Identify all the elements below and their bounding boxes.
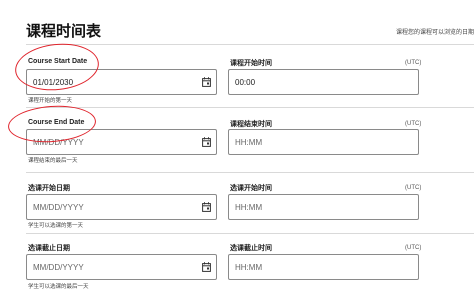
calendar-icon[interactable] <box>202 202 211 212</box>
enrollment-end-date-label: 选课截止日期 <box>28 245 70 252</box>
enrollment-end-date-help: 学生可以选课的最后一天 <box>28 284 89 290</box>
enrollment-start-time-placeholder: HH:MM <box>235 203 263 212</box>
course-end-date-input[interactable]: MM/DD/YYYY <box>26 129 217 155</box>
calendar-icon[interactable] <box>202 262 211 272</box>
course-start-time-value: 00:00 <box>235 78 256 87</box>
enrollment-start-time-input[interactable]: HH:MM <box>228 194 419 220</box>
course-end-time-placeholder: HH:MM <box>235 138 263 147</box>
course-end-time-label: 课程结束时间 <box>230 121 272 128</box>
course-start-date-label: Course Start Date <box>28 58 88 65</box>
page-description: 课程您的课程可以浏览的日期 <box>396 30 474 36</box>
title-divider <box>26 44 474 45</box>
enrollment-end-time-label: 选课截止时间 <box>230 245 272 252</box>
course-end-date-placeholder: MM/DD/YYYY <box>33 138 84 147</box>
enrollment-start-time-label: 选课开始时间 <box>230 185 272 192</box>
course-end-time-input[interactable]: HH:MM <box>228 129 419 155</box>
calendar-icon[interactable] <box>202 77 211 87</box>
enrollment-start-timezone: (UTC) <box>405 185 422 191</box>
enrollment-end-time-placeholder: HH:MM <box>235 263 263 272</box>
enrollment-start-date-placeholder: MM/DD/YYYY <box>33 203 84 212</box>
course-start-date-help: 课程开始的第一天 <box>28 98 73 104</box>
section-divider <box>26 172 474 173</box>
enrollment-start-date-label: 选课开始日期 <box>28 185 70 192</box>
enrollment-end-date-placeholder: MM/DD/YYYY <box>33 263 84 272</box>
enrollment-end-date-input[interactable]: MM/DD/YYYY <box>26 254 217 280</box>
calendar-icon[interactable] <box>202 137 211 147</box>
section-divider <box>26 233 474 234</box>
course-start-timezone: (UTC) <box>405 60 422 66</box>
course-start-date-value: 01/01/2030 <box>33 78 74 87</box>
course-start-time-label: 课程开始时间 <box>230 60 272 67</box>
page-title: 课程时间表 <box>26 23 102 40</box>
section-divider <box>26 107 474 108</box>
enrollment-end-timezone: (UTC) <box>405 245 422 251</box>
enrollment-start-date-input[interactable]: MM/DD/YYYY <box>26 194 217 220</box>
enrollment-end-time-input[interactable]: HH:MM <box>228 254 419 280</box>
course-end-date-help: 课程结束的最后一天 <box>28 158 78 164</box>
course-start-time-input[interactable]: 00:00 <box>228 69 419 95</box>
course-start-date-input[interactable]: 01/01/2030 <box>26 69 217 95</box>
course-end-date-label: Course End Date <box>28 119 85 126</box>
course-end-timezone: (UTC) <box>405 121 422 127</box>
enrollment-start-date-help: 学生可以选课的第一天 <box>28 223 84 229</box>
